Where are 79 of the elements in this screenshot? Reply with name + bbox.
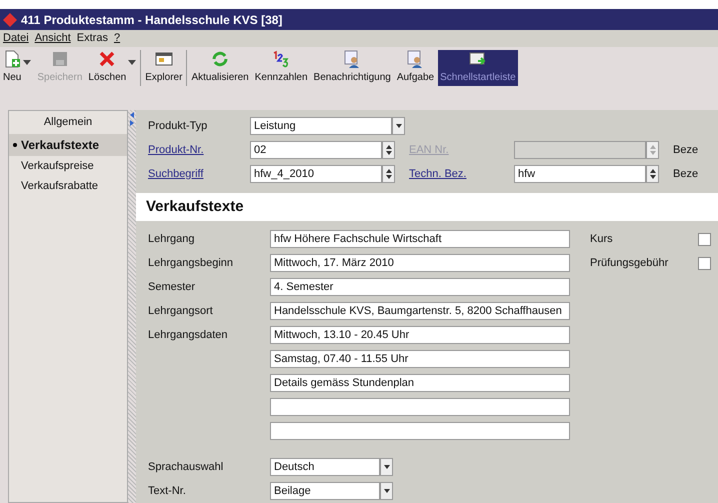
caret-icon [384, 465, 390, 469]
refresh-icon [211, 50, 230, 68]
field-link[interactable]: Suchbegriff [148, 168, 204, 180]
spin-buttons[interactable] [382, 141, 395, 159]
up-arrow-icon [386, 169, 392, 173]
text-field[interactable]: Mittwoch, 13.10 - 20.45 Uhr [270, 326, 570, 344]
toolbar-button[interactable]: Explorer [143, 50, 188, 86]
text-field[interactable]: hfw Höhere Fachschule Wirtschaft [270, 230, 570, 248]
text-field[interactable] [270, 398, 570, 416]
up-arrow-icon [386, 145, 392, 149]
field-label: Text-Nr. [148, 484, 187, 499]
dropdown-button[interactable] [392, 117, 405, 135]
up-arrow-icon [650, 169, 656, 173]
field-link[interactable]: Techn. Bez. [409, 168, 466, 180]
field-label: Sprachauswahl [148, 460, 224, 475]
checkbox-label: Prüfungsgebühr [590, 256, 670, 271]
field-label: Lehrgangsbeginn [148, 256, 234, 269]
text-field[interactable]: 4. Semester [270, 278, 570, 296]
combo-field[interactable]: Beilage [270, 482, 380, 500]
toolbar-button[interactable]: Kennzahlen [252, 50, 310, 86]
sidebar-header: Allgemein [42, 115, 94, 130]
field-label: Lehrgangsdaten [148, 328, 228, 341]
combo-field[interactable]: Deutsch [270, 458, 380, 476]
down-arrow-icon [386, 175, 392, 179]
spin-buttons[interactable] [382, 165, 395, 183]
down-arrow-icon [650, 175, 656, 179]
text-field[interactable]: Handelsschule KVS, Baumgartenstr. 5, 8200 Schaffhausen [270, 302, 570, 320]
text-field[interactable]: hfw_4_2010 [250, 165, 382, 183]
numbers-icon [272, 50, 290, 68]
field-label: Beze [673, 168, 698, 180]
app-icon [3, 12, 17, 26]
toolbar-button[interactable]: Benachrichtigung [312, 50, 393, 86]
window-title: 411 Produktestamm - Handelsschule KVS [38] [21, 12, 282, 28]
text-field[interactable] [270, 422, 570, 440]
new-document-icon [3, 50, 22, 68]
field-label: Produkt-Typ [148, 120, 208, 132]
caret-icon [128, 60, 136, 65]
text-field[interactable]: Samstag, 07.40 - 11.55 Uhr [270, 350, 570, 368]
toolbar-button[interactable]: Aktualisieren [189, 50, 251, 86]
field-label: Lehrgang [148, 232, 194, 245]
dropdown-button[interactable] [380, 458, 393, 476]
up-arrow-icon [650, 145, 656, 149]
menu-item[interactable]: Ansicht [34, 30, 71, 47]
person-document-icon [406, 50, 424, 68]
toolbar-button[interactable]: Neu [1, 50, 34, 86]
sidebar-item[interactable]: Verkaufsrabatte [9, 176, 127, 196]
collapse-arrows-icon[interactable] [129, 112, 135, 126]
down-arrow-icon [650, 151, 656, 155]
toolbar-button[interactable]: Schnellstartleiste [438, 50, 518, 86]
dropdown-button[interactable] [380, 482, 393, 500]
caret-icon [396, 124, 402, 128]
menu-item[interactable]: Datei [3, 30, 29, 47]
text-field[interactable]: hfw [514, 165, 646, 183]
text-field[interactable]: Details gemäss Stundenplan [270, 374, 570, 392]
field-label: Semester [148, 280, 196, 293]
menu-item[interactable]: ? [114, 30, 120, 47]
checkbox[interactable] [698, 232, 711, 246]
caret-icon [23, 60, 32, 65]
text-field[interactable]: 02 [250, 141, 382, 159]
person-document-icon [343, 50, 362, 68]
delete-icon [98, 50, 116, 68]
field-link[interactable]: Produkt-Nr. [148, 144, 204, 156]
field-label: Beze [673, 144, 698, 156]
checkbox-label: Kurs [590, 232, 614, 247]
down-arrow-icon [386, 151, 392, 155]
combo-field[interactable]: Leistung [250, 117, 392, 135]
menu-item[interactable]: Extras [76, 30, 108, 47]
sidebar-item[interactable]: Verkaufstexte [9, 134, 127, 156]
section-header: Verkaufstexte [136, 193, 718, 221]
toolbar-button[interactable]: Löschen [86, 50, 142, 86]
window-icon [154, 50, 173, 68]
bullet-icon [13, 142, 17, 146]
checkbox[interactable] [698, 256, 711, 270]
text-field[interactable]: Mittwoch, 17. März 2010 [270, 254, 570, 272]
field-label: Lehrgangsort [148, 304, 213, 317]
sidebar-item[interactable]: Verkaufspreise [9, 156, 127, 176]
spin-buttons[interactable] [646, 165, 659, 183]
toolbar-button[interactable]: Aufgabe [394, 50, 436, 86]
caret-icon [384, 489, 390, 493]
